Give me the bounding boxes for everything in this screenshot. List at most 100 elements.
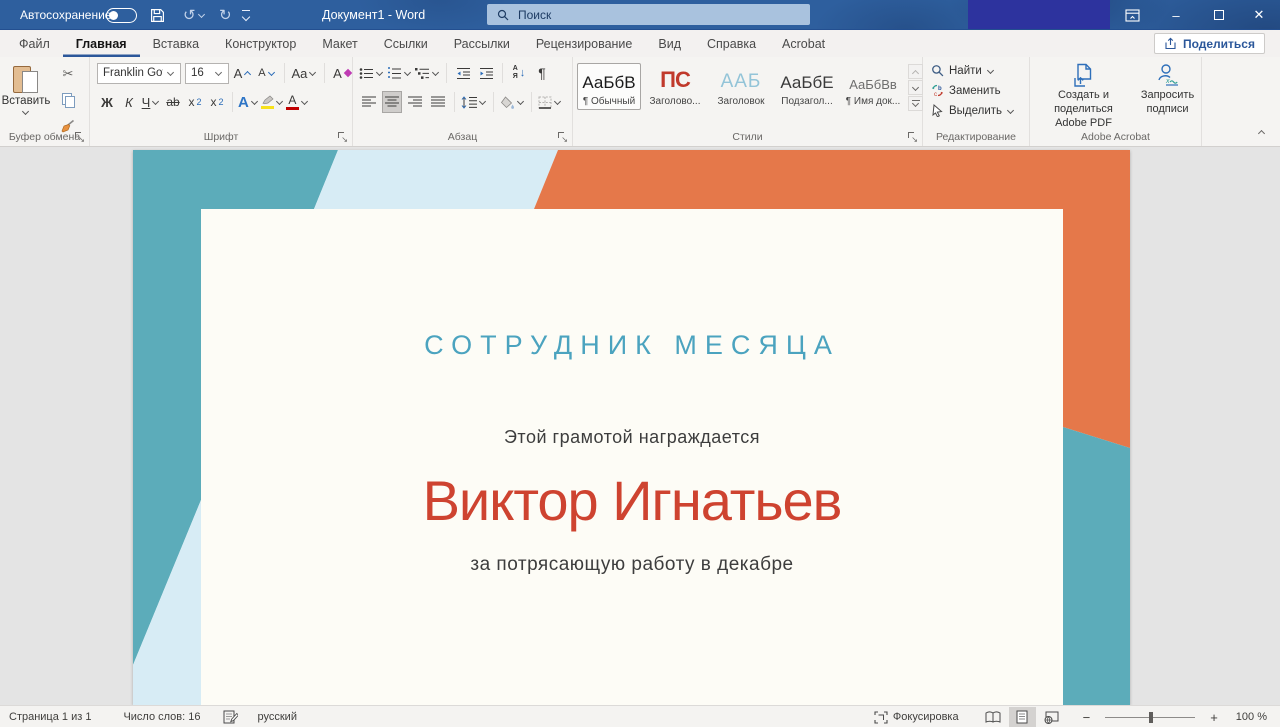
read-mode-button[interactable] [980,707,1007,727]
certificate-recipient-name[interactable]: Виктор Игнатьев [201,468,1063,533]
font-name-select[interactable]: Franklin Gothic [97,63,181,84]
clipboard-dialog-launcher[interactable] [74,131,85,142]
align-center-icon [385,96,399,108]
paste-button[interactable]: Вставить [0,61,52,115]
font-size-select[interactable]: 16 [185,63,229,84]
styles-dialog-launcher[interactable] [907,131,918,142]
cut-button[interactable]: ✂ [58,63,78,85]
maximize-button[interactable] [1198,0,1240,30]
styles-scroll-up-button[interactable] [908,64,923,79]
find-button[interactable]: Найти [923,61,1029,80]
zoom-in-button[interactable]: + [1203,706,1225,727]
align-center-button[interactable] [382,91,402,113]
highlight-button[interactable] [261,91,284,113]
tab-file[interactable]: Файл [6,30,63,57]
certificate-heading[interactable]: СОТРУДНИК МЕСЯЦА [201,330,1063,361]
ribbon-display-options-button[interactable] [1114,0,1150,30]
bullets-button[interactable] [359,62,384,84]
proofing-status-button[interactable] [216,706,245,727]
font-dialog-launcher[interactable] [337,131,348,142]
align-left-button[interactable] [359,91,379,113]
clear-formatting-button[interactable]: А [332,62,352,84]
borders-button[interactable] [538,91,562,113]
create-pdf-icon [1072,63,1096,89]
group-editing: Найти bc Заменить Выделить Редактировани… [923,57,1030,146]
share-button[interactable]: Поделиться [1154,33,1265,54]
close-button[interactable]: ✕ [1238,0,1280,30]
strikethrough-button[interactable]: ab [163,91,183,113]
shading-button[interactable] [500,91,525,113]
styles-more-button[interactable] [908,96,923,111]
search-input[interactable]: Поиск [487,4,810,25]
word-count[interactable]: Число слов: 16 [116,706,207,727]
zoom-slider-thumb[interactable] [1149,712,1153,723]
tab-design[interactable]: Конструктор [212,30,309,57]
zoom-out-button[interactable]: − [1076,706,1098,727]
document-page[interactable]: СОТРУДНИК МЕСЯЦА Этой грамотой награждае… [133,150,1130,705]
tab-review[interactable]: Рецензирование [523,30,646,57]
undo-button[interactable]: ↺ [183,0,206,30]
copy-button[interactable] [58,89,78,111]
style-card-normal[interactable]: АаБбВ ¶ Обычный [577,63,641,110]
style-card-heading1[interactable]: ПС Заголово... [643,63,707,110]
account-area[interactable] [968,0,1110,29]
redo-button[interactable]: ↻ [219,0,232,30]
tab-layout[interactable]: Макет [309,30,370,57]
customize-quick-access-button[interactable] [240,0,252,30]
tab-view[interactable]: Вид [645,30,694,57]
certificate-reason[interactable]: за потрясающую работу в декабре [201,554,1063,576]
replace-button[interactable]: bc Заменить [923,81,1029,100]
sort-button[interactable]: АЯ ↓ [509,62,529,84]
text-effects-button[interactable]: А [238,91,259,113]
align-right-button[interactable] [405,91,425,113]
underline-button[interactable]: Ч [141,91,161,113]
style-card-docname[interactable]: АаБбВв ¶ Имя док... [841,63,905,110]
print-layout-button[interactable] [1009,707,1036,727]
tab-insert[interactable]: Вставка [140,30,212,57]
group-clipboard: Вставить ✂ Буфер обмена [0,57,90,146]
numbering-button[interactable] [387,62,412,84]
tab-help[interactable]: Справка [694,30,769,57]
language-indicator[interactable]: русский [251,706,304,727]
focus-mode-button[interactable]: Фокусировка [867,706,966,727]
multilevel-list-button[interactable] [415,62,440,84]
collapse-ribbon-button[interactable] [1258,122,1268,140]
line-spacing-button[interactable] [461,91,487,113]
zoom-level[interactable]: 100 % [1229,706,1274,727]
tab-mailings[interactable]: Рассылки [441,30,523,57]
close-icon: ✕ [1254,7,1265,23]
paragraph-dialog-launcher[interactable] [557,131,568,142]
page-indicator[interactable]: Страница 1 из 1 [2,706,98,727]
font-color-button[interactable]: А [286,91,309,113]
tab-acrobat[interactable]: Acrobat [769,30,838,57]
tab-references[interactable]: Ссылки [371,30,441,57]
style-label: Заголово... [650,96,701,107]
shrink-font-button[interactable]: А [257,62,277,84]
minimize-button[interactable]: – [1155,0,1197,30]
certificate-subtitle[interactable]: Этой грамотой награждается [201,427,1063,448]
increase-indent-button[interactable] [476,62,496,84]
autosave-toggle[interactable] [106,0,137,30]
style-label: ¶ Имя док... [846,96,901,107]
change-case-button[interactable]: Aa [292,62,317,84]
select-button[interactable]: Выделить [923,101,1029,120]
styles-scroll-down-button[interactable] [908,80,923,95]
eraser-icon [344,69,352,77]
grow-font-button[interactable]: А [233,62,253,84]
replace-label: Заменить [949,85,1001,97]
style-card-title[interactable]: ААБ Заголовок [709,63,773,110]
tab-home[interactable]: Главная [63,30,140,57]
superscript-button[interactable]: x2 [207,91,227,113]
style-preview: АаБбЕ [780,74,833,91]
read-mode-icon [985,711,1001,723]
decrease-indent-button[interactable] [453,62,473,84]
web-layout-button[interactable] [1038,707,1065,727]
subscript-button[interactable]: x2 [185,91,205,113]
show-marks-button[interactable]: ¶ [532,62,552,84]
save-button[interactable] [150,0,165,30]
justify-button[interactable] [428,91,448,113]
zoom-slider[interactable] [1105,717,1195,718]
bold-button[interactable]: Ж [97,91,117,113]
style-card-subtitle[interactable]: АаБбЕ Подзагол... [775,63,839,110]
italic-button[interactable]: К [119,91,139,113]
